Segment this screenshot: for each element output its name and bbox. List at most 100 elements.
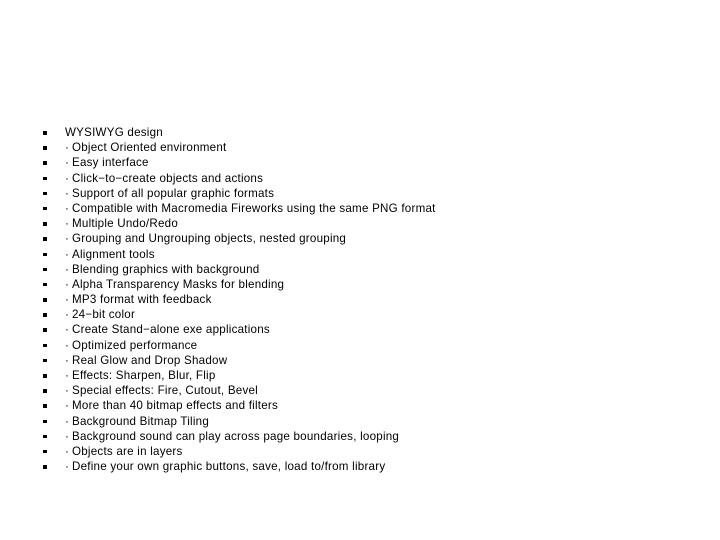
- bullet-square-icon: [43, 176, 47, 181]
- middle-dot-icon: ·: [65, 186, 70, 200]
- list-item-label: · Background sound can play across page b…: [65, 429, 399, 444]
- list-item: · Real Glow and Drop Shadow: [0, 353, 720, 368]
- bullet-square-icon: [43, 252, 47, 256]
- list-item-label: · Click−to−create objects and actions: [65, 171, 263, 186]
- middle-dot-icon: ·: [65, 338, 70, 352]
- list-item-text: Compatible with Macromedia Fireworks usi…: [72, 201, 436, 215]
- list-item: · Effects: Sharpen, Blur, Flip: [0, 368, 720, 383]
- list-item-label: · Grouping and Ungrouping objects, nested…: [65, 231, 346, 246]
- list-item: · Background sound can play across page b…: [0, 429, 720, 444]
- list-item-text: Easy interface: [72, 156, 149, 170]
- middle-dot-icon: ·: [65, 217, 70, 231]
- list-item: WYSIWYG design: [0, 125, 720, 140]
- list-item-text: 24−bit color: [72, 308, 136, 322]
- list-item: · Define your own graphic buttons, save, …: [0, 459, 720, 474]
- slide-canvas: WYSIWYG design · Object Oriented environme…: [0, 0, 720, 540]
- bullet-square-icon: [43, 191, 47, 196]
- list-item-label: · Compatible with Macromedia Fireworks us…: [65, 201, 436, 216]
- middle-dot-icon: ·: [65, 171, 70, 185]
- middle-dot-icon: ·: [65, 414, 70, 428]
- bullet-square-icon: [43, 358, 47, 363]
- list-item-label: WYSIWYG design: [65, 125, 163, 140]
- list-item-label: · Alpha Transparency Masks for blending: [65, 277, 284, 292]
- list-item-text: Background sound can play across page bo…: [72, 429, 400, 443]
- list-item: · Compatible with Macromedia Fireworks us…: [0, 201, 720, 216]
- bullet-square-icon: [43, 267, 47, 272]
- middle-dot-icon: ·: [65, 156, 70, 170]
- list-item-text: Effects: Sharpen, Blur, Flip: [72, 369, 216, 382]
- bullet-square-icon: [43, 282, 47, 287]
- bullet-square-icon: [43, 131, 47, 135]
- list-item-label: · Objects are in layers: [65, 444, 183, 459]
- middle-dot-icon: ·: [65, 323, 70, 337]
- list-item-label: · Easy interface: [65, 155, 149, 170]
- list-item-label: · Optimized performance: [65, 338, 197, 353]
- list-item: · 24−bit color: [0, 307, 720, 322]
- middle-dot-icon: ·: [65, 277, 70, 291]
- middle-dot-icon: ·: [65, 201, 70, 215]
- list-item-text: Blending graphics with background: [72, 262, 260, 276]
- middle-dot-icon: ·: [65, 399, 70, 413]
- middle-dot-icon: ·: [65, 247, 70, 261]
- list-item-label: · Effects: Sharpen, Blur, Flip: [65, 368, 216, 383]
- middle-dot-icon: ·: [65, 353, 70, 367]
- list-item-text: MP3 format with feedback: [72, 293, 212, 307]
- middle-dot-icon: ·: [65, 262, 70, 276]
- list-item-text: More than 40 bitmap effects and filters: [72, 399, 279, 413]
- list-item-text: Optimized performance: [72, 338, 198, 352]
- feature-list: WYSIWYG design · Object Oriented environme…: [0, 125, 720, 474]
- list-item: · Create Stand−alone exe applications: [0, 322, 720, 337]
- bullet-square-icon: [43, 206, 47, 211]
- list-item-text: Define your own graphic buttons, save, l…: [72, 460, 386, 474]
- bullet-square-icon: [43, 298, 47, 302]
- list-item: · More than 40 bitmap effects and filters: [0, 398, 720, 413]
- middle-dot-icon: ·: [65, 460, 70, 474]
- middle-dot-icon: ·: [65, 308, 70, 322]
- bullet-square-icon: [43, 343, 47, 348]
- list-item-text: Click−to−create objects and actions: [72, 171, 264, 185]
- list-item-label: · Real Glow and Drop Shadow: [65, 353, 227, 368]
- list-item: · Grouping and Ungrouping objects, nested…: [0, 231, 720, 246]
- list-item-label: · Blending graphics with background: [65, 262, 259, 277]
- list-item-label: · Special effects: Fire, Cutout, Bevel: [65, 383, 258, 398]
- bullet-square-icon: [43, 449, 47, 454]
- list-item-label: · MP3 format with feedback: [65, 292, 212, 307]
- list-item-text: Grouping and Ungrouping objects, nested …: [72, 232, 347, 246]
- bullet-square-icon: [43, 237, 47, 241]
- list-item: · Alignment tools: [0, 247, 720, 262]
- list-item-label: · Object Oriented environment: [65, 140, 226, 155]
- middle-dot-icon: ·: [65, 369, 70, 382]
- list-item: · Optimized performance: [0, 338, 720, 353]
- list-item-label: · 24−bit color: [65, 307, 135, 322]
- list-item-label: · Create Stand−alone exe applications: [65, 322, 270, 337]
- list-item-text: Support of all popular graphic formats: [72, 186, 275, 200]
- list-item-text: WYSIWYG design: [65, 126, 163, 139]
- list-item: · Background Bitmap Tiling: [0, 414, 720, 429]
- middle-dot-icon: ·: [65, 293, 70, 307]
- bullet-square-icon: [43, 146, 47, 150]
- bullet-square-icon: [43, 465, 47, 469]
- bullet-square-icon: [43, 434, 47, 439]
- list-item-text: Object Oriented environment: [72, 141, 227, 155]
- bullet-square-icon: [43, 404, 47, 408]
- bullet-square-icon: [43, 161, 47, 165]
- list-item: · Easy interface: [0, 155, 720, 170]
- list-item-text: Objects are in layers: [72, 444, 183, 458]
- list-item: · Multiple Undo/Redo: [0, 216, 720, 231]
- list-item: · Special effects: Fire, Cutout, Bevel: [0, 383, 720, 398]
- bullet-square-icon: [43, 328, 47, 332]
- list-item-label: · Alignment tools: [65, 247, 155, 262]
- bullet-square-icon: [43, 374, 47, 378]
- list-item: · Click−to−create objects and actions: [0, 171, 720, 186]
- bullet-square-icon: [43, 419, 47, 424]
- bullet-square-icon: [43, 389, 47, 393]
- list-item: · Support of all popular graphic formats: [0, 186, 720, 201]
- middle-dot-icon: ·: [65, 384, 70, 398]
- list-item-text: Create Stand−alone exe applications: [72, 323, 270, 337]
- list-item-text: Alpha Transparency Masks for blending: [72, 277, 285, 291]
- middle-dot-icon: ·: [65, 141, 70, 155]
- list-item-text: Alignment tools: [72, 247, 155, 261]
- list-item-label: · Define your own graphic buttons, save, …: [65, 459, 385, 474]
- list-item-text: Special effects: Fire, Cutout, Bevel: [72, 384, 258, 398]
- list-item-label: · Background Bitmap Tiling: [65, 414, 209, 429]
